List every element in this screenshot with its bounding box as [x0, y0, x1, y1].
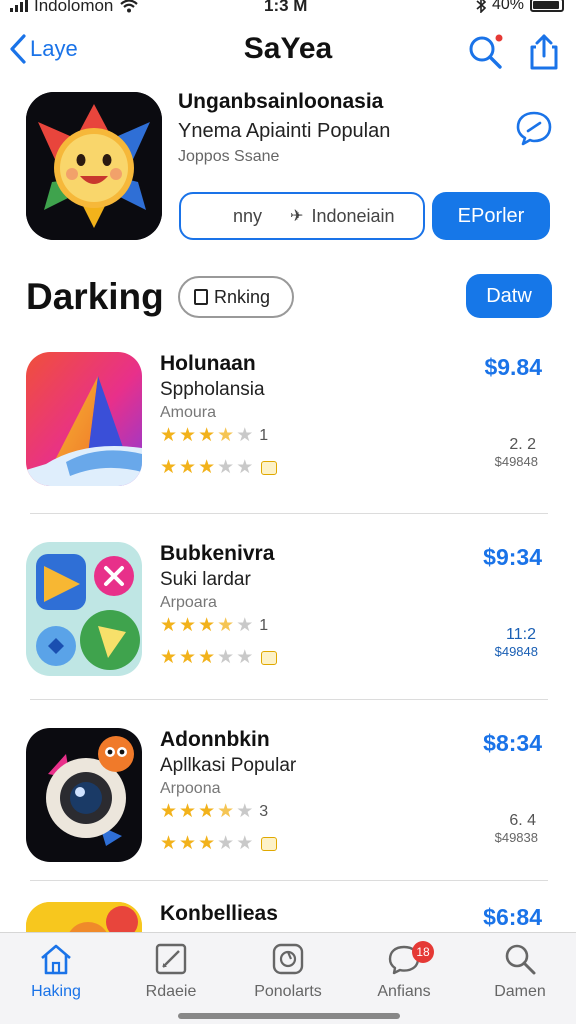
- featured-action-button[interactable]: EPorler: [432, 192, 550, 240]
- app-rank: 11:2: [506, 626, 536, 643]
- app-name: Konbellieas: [160, 902, 278, 925]
- app-rank-detail: $49848: [494, 644, 538, 659]
- featured-app-subtitle: Ynema Apiainti Populan: [178, 120, 391, 142]
- app-category: Suki lardar: [160, 569, 251, 590]
- rating-stars-secondary: ★ ★ ★ ★ ★: [160, 648, 278, 667]
- ranking-pill-label: Rnking: [214, 286, 271, 307]
- navigation-bar: Laye SaYea: [0, 24, 576, 80]
- app-rank-detail: $49848: [494, 454, 538, 469]
- status-bar: Indolomon 1:3 M 40%: [0, 0, 576, 18]
- camera-logo-icon: [26, 728, 142, 862]
- tab-label: Damen: [494, 983, 546, 1000]
- mascot-logo-icon: [26, 902, 142, 932]
- app-developer: Arpoona: [160, 780, 221, 797]
- rating-count: 1: [259, 616, 269, 634]
- tab-updates[interactable]: 18 Anfians: [354, 941, 454, 1007]
- app-name: Adonnbkin: [160, 728, 270, 751]
- bluetooth-icon: [476, 0, 486, 13]
- app-price[interactable]: $8:34: [483, 730, 542, 757]
- tab-label: Rdaeie: [145, 983, 197, 1000]
- message-button[interactable]: [514, 108, 554, 148]
- divider: [30, 513, 548, 514]
- search-button[interactable]: [466, 32, 506, 72]
- compass-icon: [272, 943, 304, 975]
- chevron-left-icon: [10, 34, 26, 64]
- app-category: Apllkasi Popular: [160, 755, 297, 776]
- signal-icon: [10, 0, 28, 12]
- battery-percent: 40%: [491, 0, 524, 13]
- carrier-label: Indolomon: [34, 0, 114, 15]
- search-icon: [505, 944, 536, 975]
- sun-mascot-icon: [26, 92, 162, 240]
- award-badge-icon: [261, 460, 278, 475]
- rating-stars: ★ ★ ★ ★ ★ 1: [160, 615, 269, 636]
- section-title: Darking: [26, 276, 164, 317]
- tab-label: Haking: [31, 983, 81, 1000]
- tab-bar: Haking Rdaeie Ponolarts 18 Anfians Damen: [0, 932, 576, 1024]
- share-button[interactable]: [524, 32, 564, 72]
- app-rank: 6. 4: [509, 812, 536, 829]
- rating-stars: ★ ★ ★ ★ ★ 3: [160, 801, 269, 822]
- region-lead: nny: [233, 205, 263, 226]
- app-icon-partial: [26, 902, 142, 932]
- home-indicator: [178, 1013, 400, 1019]
- document-icon: [194, 289, 208, 305]
- home-icon: [41, 944, 71, 975]
- collage-logo-icon: [26, 542, 142, 676]
- triangle-logo-icon: [26, 352, 142, 486]
- section-action-button[interactable]: Datw: [466, 274, 552, 318]
- back-label: Laye: [30, 36, 78, 61]
- rating-count: 3: [259, 802, 269, 820]
- app-name: Bubkenivra: [160, 542, 275, 565]
- tab-label: Ponolarts: [254, 983, 322, 1000]
- app-category: Sppholansia: [160, 379, 265, 400]
- region-label: Indoneiain: [311, 205, 395, 226]
- featured-app-title: Unganbsainloonasia: [178, 90, 384, 113]
- tab-home[interactable]: Haking: [6, 941, 106, 1007]
- wifi-icon: [120, 0, 139, 13]
- tab-popular[interactable]: Ponolarts: [238, 941, 338, 1007]
- region-selector[interactable]: nny ✈ Indoneiain: [179, 192, 425, 240]
- app-icon-collage: [26, 542, 142, 676]
- app-developer: Arpoara: [160, 594, 217, 611]
- app-list-item[interactable]: Bubkenivra Suki lardar Arpoara ★ ★ ★ ★ ★ 1 ★…: [0, 542, 576, 682]
- status-time: 1:3 M: [264, 0, 308, 15]
- app-price[interactable]: $9.84: [484, 354, 542, 381]
- divider: [30, 880, 548, 881]
- tab-releases[interactable]: Rdaeie: [121, 941, 221, 1007]
- notification-badge: 18: [412, 941, 434, 963]
- app-price[interactable]: $6:84: [483, 904, 542, 931]
- ranking-filter-pill[interactable]: Rnking: [178, 276, 294, 318]
- featured-app-icon[interactable]: [26, 92, 162, 240]
- tab-label: Anfians: [377, 983, 431, 1000]
- chat-bubble-icon: [516, 111, 552, 146]
- edit-icon: [155, 943, 187, 975]
- divider: [30, 699, 548, 700]
- app-icon-triangle: [26, 352, 142, 486]
- app-list-item[interactable]: Adonnbkin Apllkasi Popular Arpoona ★ ★ ★ ★ ★…: [0, 728, 576, 868]
- award-badge-icon: [261, 650, 278, 665]
- airplane-icon: ✈: [290, 208, 304, 225]
- rating-stars-secondary: ★ ★ ★ ★ ★: [160, 458, 278, 477]
- app-price[interactable]: $9:34: [483, 544, 542, 571]
- status-right: 40%: [476, 0, 564, 14]
- rating-stars: ★ ★ ★ ★ ★ 1: [160, 425, 269, 446]
- app-developer: Amoura: [160, 404, 217, 421]
- rating-count: 1: [259, 426, 269, 444]
- rating-stars-secondary: ★ ★ ★ ★ ★: [160, 834, 278, 853]
- search-icon: [469, 34, 503, 69]
- status-left: Indolomon: [10, 0, 139, 16]
- battery-icon: [530, 0, 564, 12]
- app-rank-detail: $49838: [494, 830, 538, 845]
- app-list-item[interactable]: Konbellieas $6:84: [0, 902, 576, 932]
- app-list-item[interactable]: Holunaan Sppholansia Amoura ★ ★ ★ ★ ★ 1 ★ ★ ★ ★…: [0, 352, 576, 492]
- share-icon: [530, 34, 558, 70]
- featured-app-meta: Joppos Ssane: [178, 148, 280, 165]
- award-badge-icon: [261, 836, 278, 851]
- back-button[interactable]: Laye: [10, 34, 78, 64]
- app-name: Holunaan: [160, 352, 256, 375]
- app-rank: 2. 2: [509, 436, 536, 453]
- tab-search[interactable]: Damen: [470, 941, 570, 1007]
- app-icon-camera: [26, 728, 142, 862]
